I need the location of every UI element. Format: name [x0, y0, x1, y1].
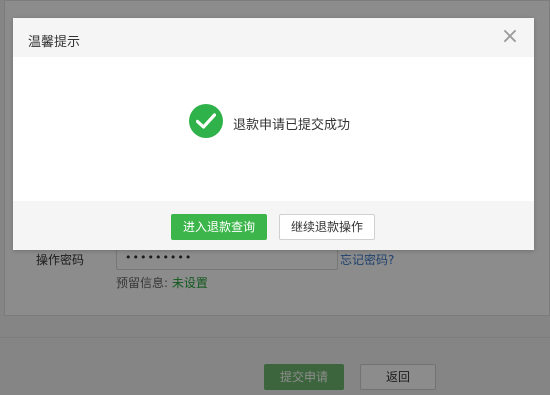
notice-dialog: 温馨提示 × 退款申请已提交成功 进入退款查询 继续退款操作 — [13, 18, 534, 250]
success-message: 退款申请已提交成功 — [233, 118, 351, 133]
dialog-header: 温馨提示 × — [13, 18, 534, 57]
check-circle-icon — [189, 104, 223, 138]
close-icon[interactable]: × — [500, 26, 520, 48]
dialog-footer: 进入退款查询 继续退款操作 — [13, 201, 534, 250]
dialog-body: 退款申请已提交成功 — [13, 57, 534, 201]
dialog-title: 温馨提示 — [28, 35, 81, 50]
continue-refund-button[interactable]: 继续退款操作 — [279, 214, 375, 240]
refund-query-button[interactable]: 进入退款查询 — [171, 214, 267, 240]
